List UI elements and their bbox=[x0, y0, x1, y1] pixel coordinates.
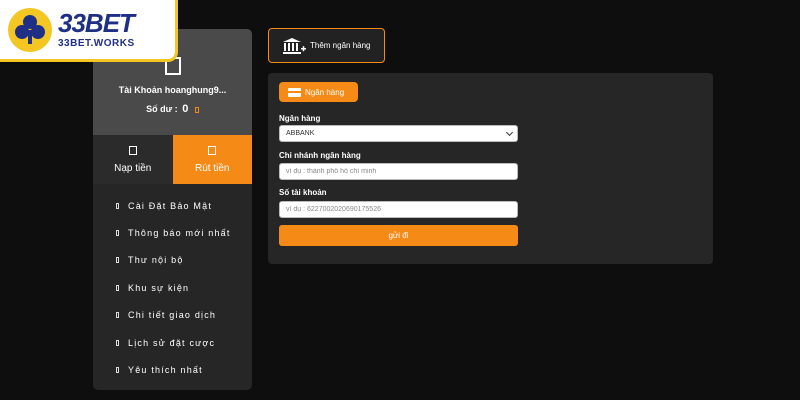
branch-input[interactable] bbox=[279, 163, 518, 180]
balance-row: Số dư : 0 bbox=[93, 103, 252, 115]
favorite-icon bbox=[116, 367, 119, 374]
security-icon bbox=[116, 202, 119, 209]
chevron-down-icon bbox=[505, 128, 514, 137]
balance-label: Số dư : bbox=[146, 104, 178, 114]
bank-field-label: Ngân hàng bbox=[279, 114, 321, 123]
bank-section-pill: Ngân hàng bbox=[279, 82, 358, 102]
sidebar-item-label: Cài Đặt Bảo Mật bbox=[128, 200, 213, 211]
sidebar-item-transactions[interactable]: Chi tiết giao dịch bbox=[93, 302, 252, 329]
add-bank-label: Thêm ngân hàng bbox=[310, 41, 371, 50]
account-number-input[interactable] bbox=[279, 201, 518, 218]
transaction-icon bbox=[116, 312, 119, 319]
sidebar-item-favorites[interactable]: Yêu thích nhất bbox=[93, 356, 252, 383]
bank-select-value: ABBANK bbox=[286, 130, 315, 137]
branch-field-label: Chi nhánh ngân hàng bbox=[279, 151, 361, 160]
withdraw-icon bbox=[208, 145, 217, 155]
tab-deposit-label: Nạp tiền bbox=[114, 162, 152, 174]
account-number-label: Số tài khoản bbox=[279, 188, 327, 197]
club-logo-icon bbox=[8, 7, 52, 52]
tab-withdraw-label: Rút tiền bbox=[195, 162, 230, 174]
sidebar: Tài Khoản hoanghung9... Số dư : 0 Nạp ti… bbox=[93, 29, 252, 390]
sidebar-item-label: Yêu thích nhất bbox=[128, 365, 203, 376]
add-bank-button[interactable]: Thêm ngân hàng bbox=[268, 28, 385, 63]
history-icon bbox=[116, 339, 119, 346]
bank-select[interactable]: ABBANK bbox=[279, 125, 518, 142]
sidebar-item-label: Khu sự kiện bbox=[128, 282, 190, 293]
sidebar-item-bet-history[interactable]: Lịch sử đặt cược bbox=[93, 329, 252, 356]
sidebar-item-internal-mail[interactable]: Thư nội bộ bbox=[93, 247, 252, 274]
balance-value: 0 bbox=[182, 103, 189, 115]
tab-withdraw[interactable]: Rút tiền bbox=[172, 135, 252, 184]
bank-add-icon bbox=[283, 37, 306, 54]
deposit-icon bbox=[128, 145, 137, 155]
sidebar-item-label: Thư nội bộ bbox=[128, 255, 184, 266]
deposit-withdraw-tabs: Nạp tiền Rút tiền bbox=[93, 135, 252, 184]
refresh-balance-icon[interactable] bbox=[194, 106, 199, 113]
bank-pill-label: Ngân hàng bbox=[305, 87, 345, 97]
event-icon bbox=[116, 284, 119, 291]
sidebar-item-latest-notifications[interactable]: Thông báo mới nhất bbox=[93, 219, 252, 246]
sidebar-item-label: Chi tiết giao dịch bbox=[128, 310, 217, 321]
tab-deposit[interactable]: Nạp tiền bbox=[93, 135, 173, 184]
logo-main-text: 33BET bbox=[58, 8, 135, 38]
sidebar-item-label: Lịch sử đặt cược bbox=[128, 337, 216, 348]
sidebar-menu: Cài Đặt Bảo Mật Thông báo mới nhất Thư n… bbox=[93, 184, 252, 384]
sidebar-item-security-settings[interactable]: Cài Đặt Bảo Mật bbox=[93, 192, 252, 219]
sidebar-item-label: Thông báo mới nhất bbox=[128, 228, 231, 239]
card-icon bbox=[288, 87, 301, 97]
account-name: Tài Khoản hoanghung9... bbox=[118, 85, 227, 95]
notification-icon bbox=[116, 230, 119, 237]
submit-button[interactable]: gửi đi bbox=[279, 225, 518, 246]
sidebar-item-events[interactable]: Khu sự kiện bbox=[93, 274, 252, 301]
mail-icon bbox=[116, 257, 119, 264]
brand-logo[interactable]: 33BET 33BET.WORKS bbox=[0, 0, 178, 62]
logo-sub-text: 33BET.WORKS bbox=[58, 38, 135, 49]
bank-form-panel: Ngân hàng Ngân hàng ABBANK Chi nhánh ngâ… bbox=[268, 73, 713, 264]
